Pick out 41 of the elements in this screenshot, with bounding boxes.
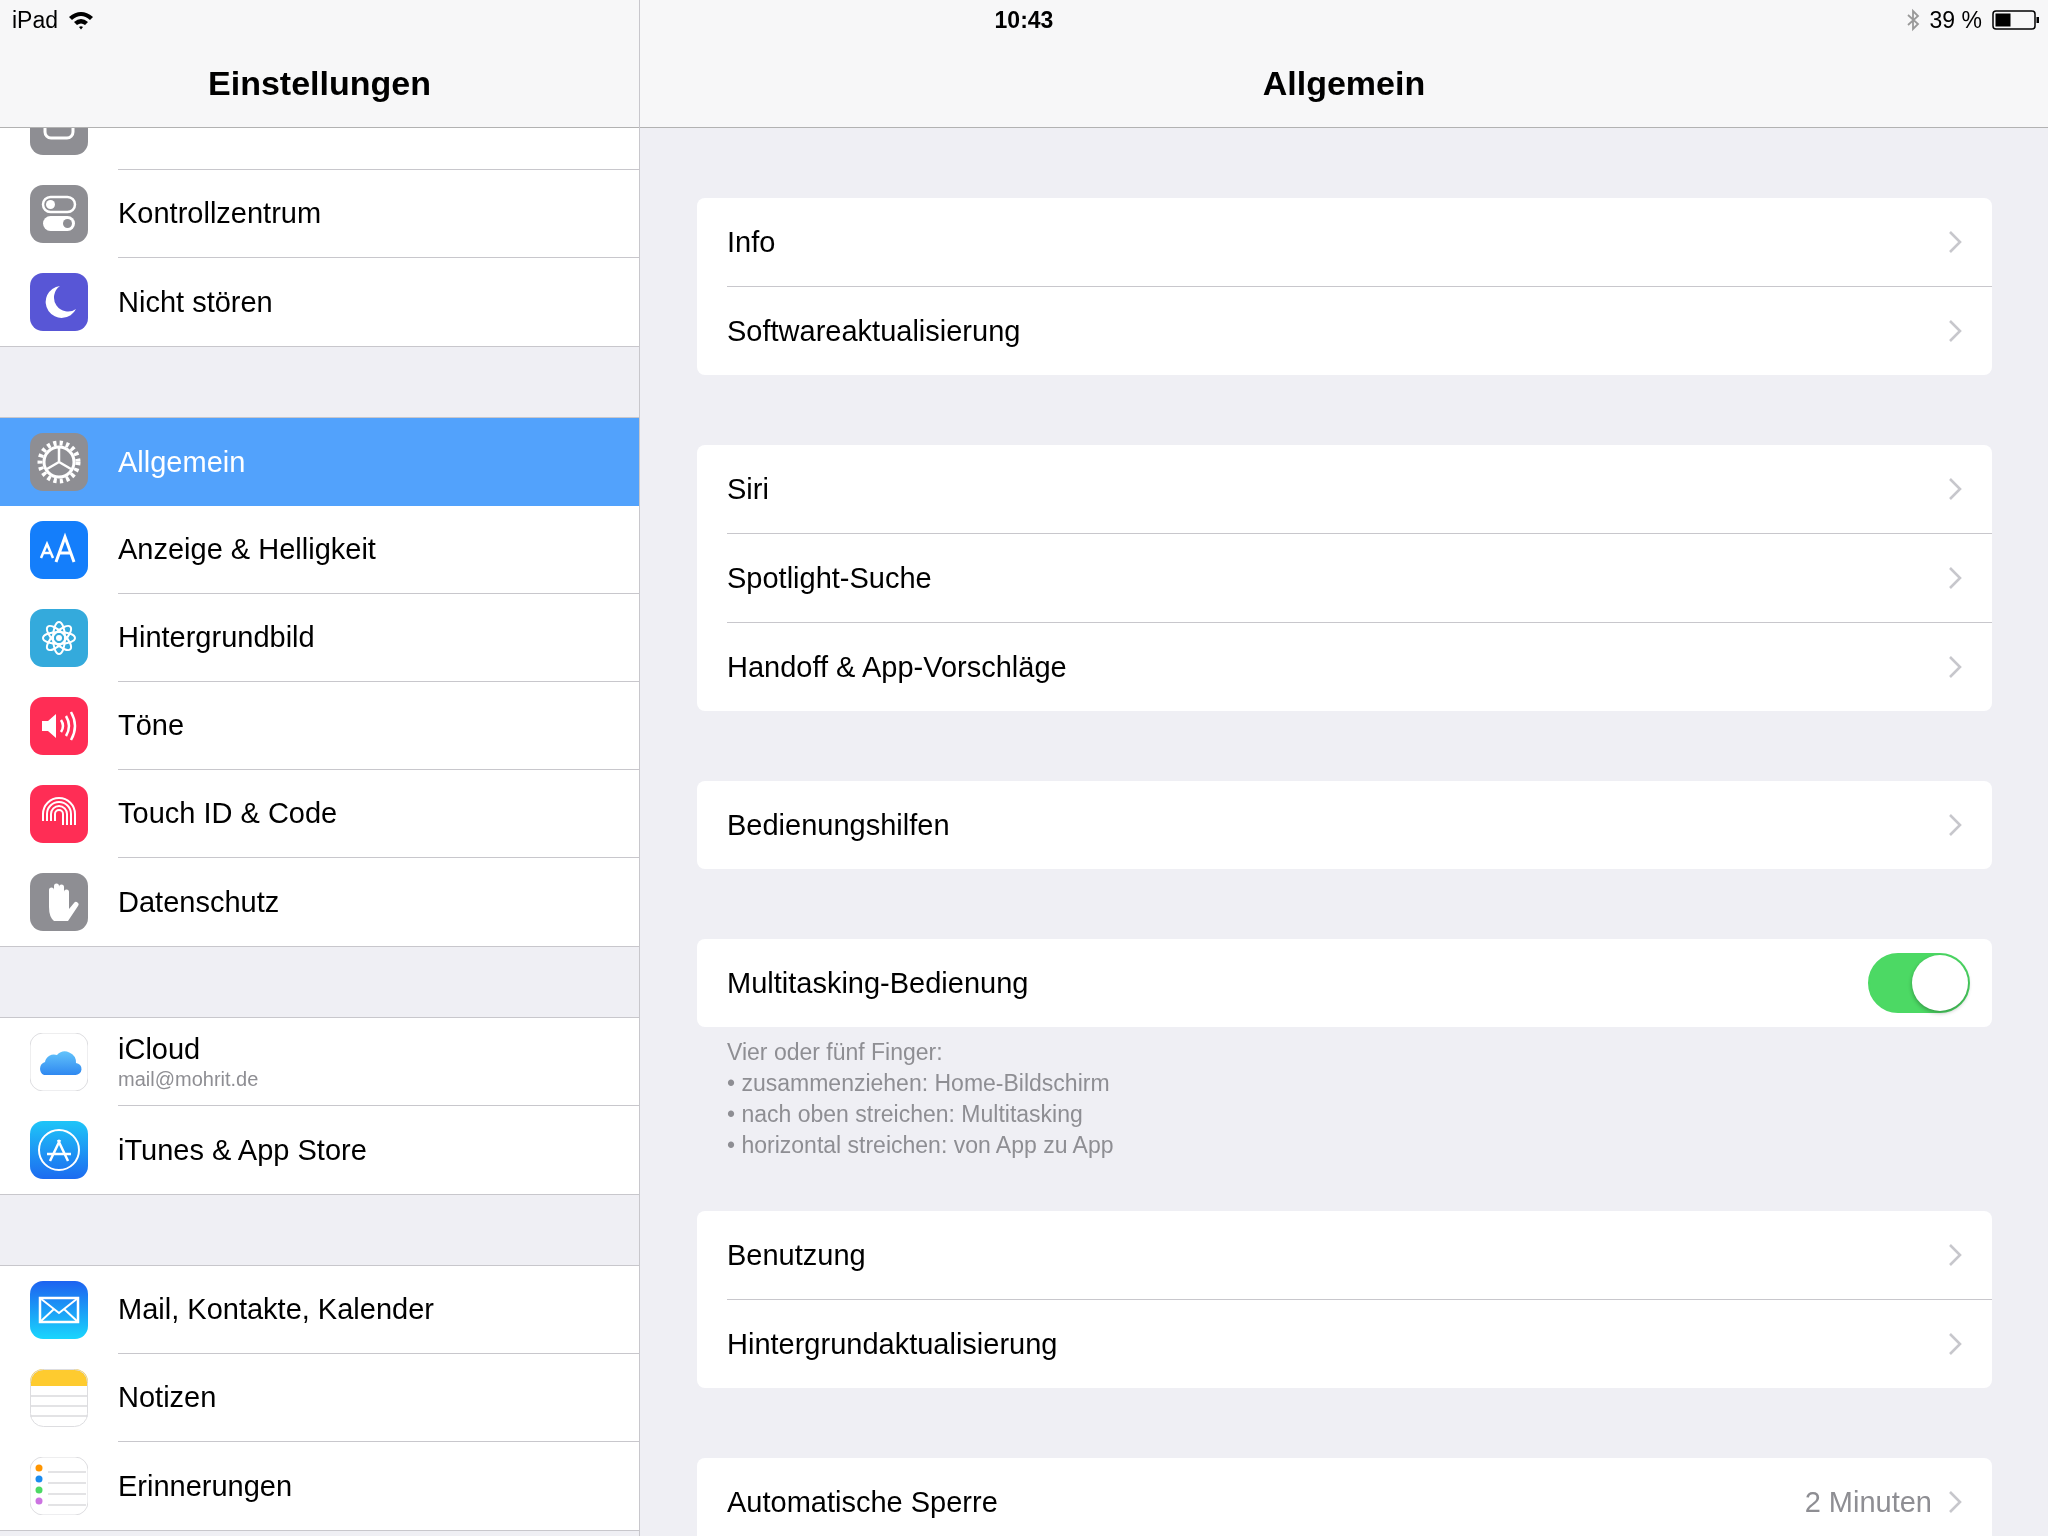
footer-note: Vier oder fünf Finger: • zusammenziehen: Home-Bildschirm • nach oben streichen: Multitasking • horizontal streichen: von App zu App (726, 1038, 1115, 1160)
chevron-icon (1948, 566, 1962, 590)
settings-row[interactable]: Spotlight-Suche (727, 534, 1992, 623)
settings-row[interactable]: Automatische Sperre 2 Minuten (727, 1458, 1992, 1536)
battery-icon (1992, 10, 2040, 30)
chevron-icon (1948, 1332, 1962, 1356)
cloud-icon (30, 1033, 88, 1091)
chevron-icon (1948, 477, 1962, 501)
chevron-icon (1948, 319, 1962, 343)
fingerprint-icon (30, 785, 88, 843)
text-size-icon (30, 521, 88, 579)
settings-row[interactable]: Info (727, 198, 1992, 287)
clock-time: 10:43 (994, 6, 1054, 34)
bluetooth-icon (1905, 8, 1920, 32)
settings-row[interactable]: Siri (727, 445, 1992, 534)
chevron-icon (1948, 230, 1962, 254)
wifi-icon (68, 10, 95, 30)
settings-row[interactable]: Benutzung (727, 1211, 1992, 1300)
speaker-icon (30, 697, 88, 755)
checklist-icon (30, 1457, 88, 1515)
nav-title: Allgemein (1262, 64, 1426, 103)
settings-row[interactable]: Softwareaktualisierung (727, 287, 1992, 375)
chevron-icon (1948, 813, 1962, 837)
toggle-switch[interactable] (1868, 953, 1970, 1013)
settings-row[interactable]: Handoff & App-Vorschläge (727, 623, 1992, 711)
flower-icon (30, 609, 88, 667)
chevron-icon (1948, 1243, 1962, 1267)
envelope-icon (30, 1281, 88, 1339)
moon-icon (30, 273, 88, 331)
settings-icon (30, 433, 88, 491)
chevron-icon (1948, 655, 1962, 679)
hand-icon (30, 873, 88, 931)
device-name: iPad (12, 6, 59, 34)
toggles-icon (30, 185, 88, 243)
setting-label: Multitasking-Bedienung (727, 966, 1030, 1000)
settings-row[interactable]: Hintergrundaktualisierung (727, 1300, 1992, 1388)
nav-title: Einstellungen (208, 64, 431, 103)
battery-percentage: 39 % (1929, 6, 1982, 34)
settings-row[interactable]: Bedienungshilfen (727, 781, 1992, 869)
notepad-icon (30, 1369, 88, 1427)
chevron-icon (1948, 1490, 1962, 1514)
